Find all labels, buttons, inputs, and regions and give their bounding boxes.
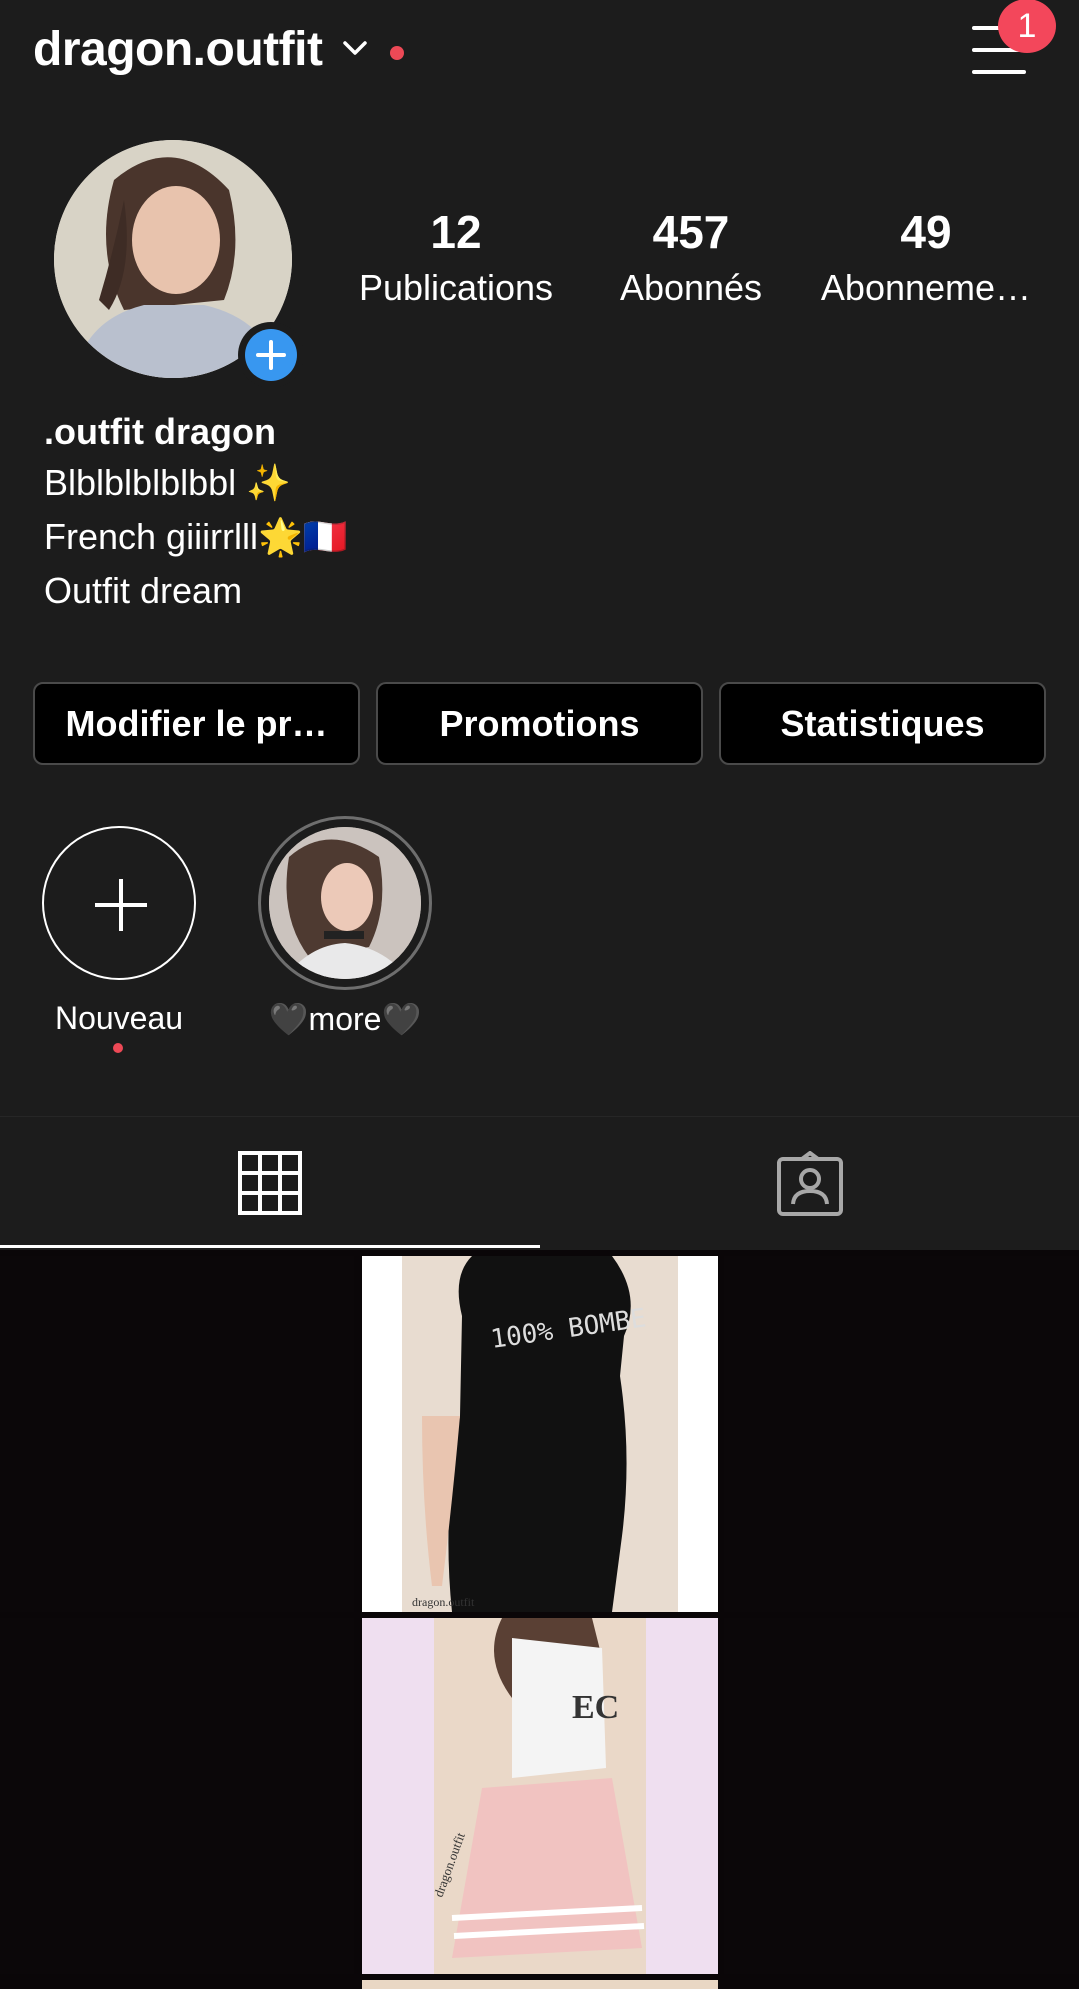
notification-badge: 1 [998,0,1056,53]
highlight-more[interactable] [258,816,432,990]
posts-label: Publications [358,267,554,308]
grid-cell-empty [0,1618,354,1974]
add-story-button[interactable] [238,322,304,388]
posts-number: 12 [430,206,482,258]
followers-label: Abonnés [619,267,763,308]
new-highlight-label: Nouveau [54,1000,184,1036]
grid-icon [238,1151,302,1215]
display-name: .outfit dragon [44,411,276,452]
post-thumbnail[interactable]: EC dragon.outfit [362,1618,718,1974]
grid-cell-empty [0,1256,354,1612]
shirt-print: EC [572,1689,619,1726]
tab-tagged[interactable] [540,1117,1079,1251]
post-thumbnail[interactable]: 100% BOMBE dragon.outfit [362,1256,718,1612]
new-highlight-dot [113,1043,123,1053]
bio-line: Blblblblblbbl ✨ [44,462,291,503]
plus-icon [95,879,147,931]
post-thumbnail[interactable] [362,1980,718,1989]
post-watermark: dragon.outfit [412,1595,475,1609]
posts-grid: 100% BOMBE dragon.outfit EC dragon.outfi… [0,1250,1079,1989]
promotions-button[interactable]: Promotions [376,682,703,765]
profile-header: dragon.outfit 1 [0,0,1079,110]
tagged-icon [777,1151,843,1216]
highlight-cover [269,827,421,979]
profile-bio: .outfit dragon Blblblblblbbl ✨ French gi… [44,408,348,618]
grid-cell-empty [724,1256,1078,1612]
plus-icon [256,340,286,370]
grid-cell-empty [724,1618,1078,1974]
insights-button[interactable]: Statistiques [719,682,1046,765]
posts-count[interactable]: 12 Publications [345,204,567,312]
following-count[interactable]: 49 Abonneme… [812,204,1040,312]
bio-line: Outfit dream [44,570,243,611]
edit-profile-button[interactable]: Modifier le pr… [33,682,360,765]
profile-tabs [0,1116,1079,1250]
followers-count[interactable]: 457 Abonnés [606,204,776,312]
chevron-down-icon[interactable] [341,38,369,58]
tab-posts-grid[interactable] [0,1117,540,1251]
activity-dot [390,46,404,60]
followers-number: 457 [652,206,730,258]
menu-icon-bar [972,70,1026,74]
following-number: 49 [900,206,952,258]
active-tab-indicator [0,1245,540,1248]
following-label: Abonneme… [820,267,1032,308]
new-highlight-button[interactable] [42,826,196,980]
bio-line: French giiirrlll🌟🇫🇷 [44,516,348,557]
highlight-label: 🖤more🖤 [268,1001,422,1037]
account-username[interactable]: dragon.outfit [33,22,323,77]
